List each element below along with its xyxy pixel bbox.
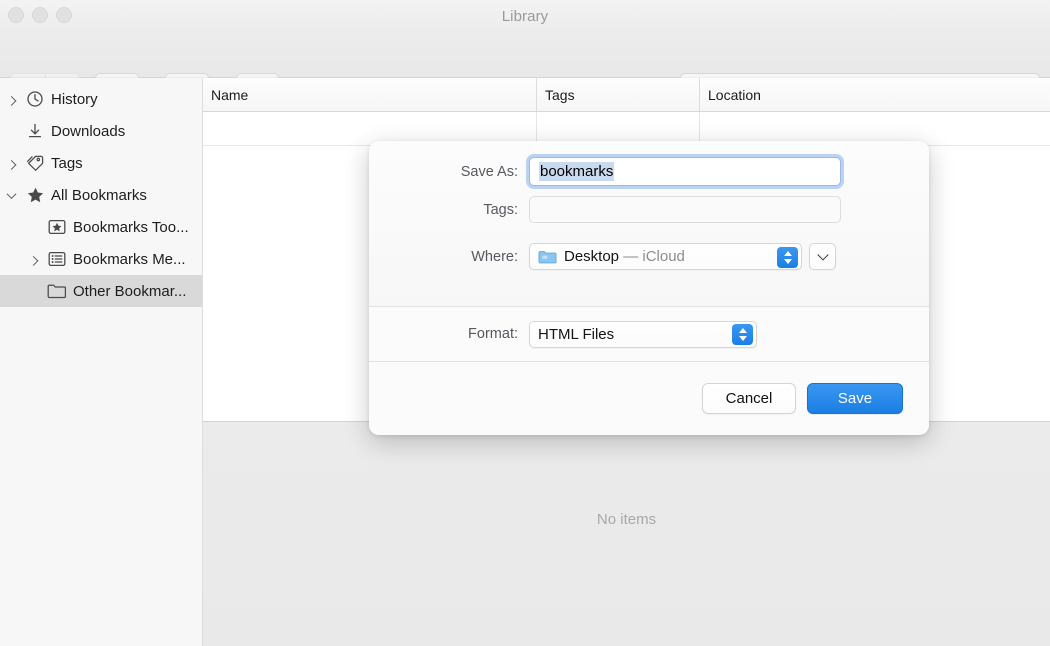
tags-input[interactable] bbox=[529, 196, 841, 223]
sidebar-item-history[interactable]: History bbox=[0, 83, 202, 115]
library-window: Library History Downloads Tags All Bookm… bbox=[0, 0, 1050, 646]
bookmarks-toolbar-icon bbox=[44, 219, 70, 235]
clock-icon bbox=[22, 90, 48, 108]
expand-browser-button[interactable] bbox=[809, 243, 836, 270]
sidebar-item-all-bookmarks[interactable]: All Bookmarks bbox=[0, 179, 202, 211]
sidebar-item-label: Other Bookmar... bbox=[73, 282, 187, 300]
window-controls bbox=[8, 7, 72, 23]
save-button[interactable]: Save bbox=[807, 382, 903, 414]
disclosure-triangle[interactable] bbox=[22, 255, 44, 266]
download-icon bbox=[22, 122, 48, 140]
where-value: Desktop bbox=[564, 248, 620, 265]
save-dialog-actions: Cancel Save bbox=[369, 362, 929, 434]
where-stepper-icon[interactable] bbox=[777, 246, 798, 268]
where-value-suffix: — iCloud bbox=[619, 248, 685, 265]
column-header-row: Name Tags Location bbox=[203, 78, 1050, 112]
close-button[interactable] bbox=[8, 7, 24, 23]
sidebar-item-other-bookmarks[interactable]: Other Bookmar... bbox=[0, 275, 202, 307]
toolbar: Search Bookmarks bbox=[0, 32, 1050, 99]
format-value: HTML Files bbox=[538, 325, 615, 343]
star-icon bbox=[22, 186, 48, 204]
sidebar-item-bookmarks-toolbar[interactable]: Bookmarks Too... bbox=[0, 211, 202, 243]
format-row: Format: HTML Files bbox=[369, 306, 929, 362]
column-header-tags[interactable]: Tags bbox=[537, 78, 700, 111]
sidebar-item-label: Bookmarks Me... bbox=[73, 250, 186, 268]
sidebar-item-label: Bookmarks Too... bbox=[73, 218, 189, 236]
zoom-button[interactable] bbox=[56, 7, 72, 23]
bookmarks-menu-icon bbox=[44, 251, 70, 267]
format-dropdown[interactable]: HTML Files bbox=[529, 320, 757, 348]
save-as-row: Save As: bookmarks bbox=[369, 157, 929, 186]
where-dropdown[interactable]: Desktop — iCloud bbox=[529, 243, 802, 270]
chevron-down-icon bbox=[816, 248, 829, 261]
where-row: Where: Desktop — iCloud bbox=[369, 243, 929, 270]
sidebar-item-label: Downloads bbox=[51, 122, 126, 140]
sidebar-item-label: Tags bbox=[51, 154, 83, 172]
save-as-value: bookmarks bbox=[539, 162, 615, 181]
tags-label: Tags: bbox=[483, 201, 518, 218]
disclosure-triangle[interactable] bbox=[0, 159, 22, 170]
title-bar: Library bbox=[0, 0, 1050, 32]
save-as-label: Save As: bbox=[460, 163, 518, 180]
window-title: Library bbox=[501, 7, 549, 25]
save-dialog: Save As: bookmarks Tags: Where: Desktop … bbox=[369, 141, 929, 435]
tags-row: Tags: bbox=[369, 196, 929, 223]
cancel-button[interactable]: Cancel bbox=[702, 382, 796, 414]
where-label: Where: bbox=[471, 248, 518, 265]
save-as-input[interactable]: bookmarks bbox=[529, 157, 841, 186]
sidebar-item-downloads[interactable]: Downloads bbox=[0, 115, 202, 147]
column-header-location[interactable]: Location bbox=[700, 78, 1050, 111]
sidebar: History Downloads Tags All Bookmarks Boo… bbox=[0, 78, 203, 646]
folder-icon bbox=[44, 283, 70, 299]
disclosure-triangle[interactable] bbox=[0, 95, 22, 106]
sidebar-item-tags[interactable]: Tags bbox=[0, 147, 202, 179]
sidebar-item-label: All Bookmarks bbox=[51, 186, 147, 204]
blue-folder-icon bbox=[538, 249, 557, 265]
column-header-name[interactable]: Name bbox=[203, 78, 537, 111]
sidebar-item-label: History bbox=[51, 90, 98, 108]
save-dialog-fields: Save As: bookmarks Tags: Where: Desktop … bbox=[369, 141, 929, 306]
empty-state-area: No items bbox=[203, 421, 1050, 646]
format-stepper-icon[interactable] bbox=[732, 324, 753, 345]
sidebar-item-bookmarks-menu[interactable]: Bookmarks Me... bbox=[0, 243, 202, 275]
empty-state-message: No items bbox=[596, 510, 657, 528]
tag-icon bbox=[22, 154, 48, 172]
minimize-button[interactable] bbox=[32, 7, 48, 23]
disclosure-triangle[interactable] bbox=[0, 188, 22, 199]
format-label: Format: bbox=[468, 326, 518, 342]
